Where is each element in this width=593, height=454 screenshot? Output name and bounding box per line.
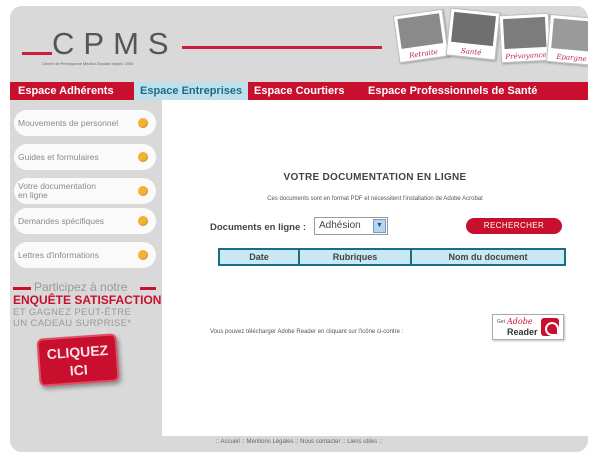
document-category-select[interactable]: Adhésion ▼: [314, 217, 388, 235]
promo-bar-right: [140, 287, 156, 290]
footer-link-liens-utiles[interactable]: Liens utiles: [347, 439, 377, 445]
photo-caption: Retraite: [408, 47, 439, 60]
sidebar-item-mouvements-personnel[interactable]: Mouvements de personnel: [14, 110, 156, 136]
logo-line-left: [22, 52, 52, 55]
reader-badge-get: Get: [497, 319, 506, 325]
bullet-icon: [138, 186, 148, 196]
documents-online-label: Documents en ligne :: [210, 222, 307, 233]
chevron-down-icon[interactable]: ▼: [373, 219, 386, 233]
column-header-rubriques[interactable]: Rubriques: [298, 248, 412, 266]
photo-image: [397, 13, 444, 49]
adobe-reader-text: Vous pouvez télécharger Adobe Reader en …: [210, 329, 404, 335]
cliquez-ici-button[interactable]: CLIQUEZ ICI: [36, 333, 120, 387]
sidebar-item-label: Votre documentation en ligne: [18, 181, 96, 200]
get-adobe-reader-button[interactable]: Get Adobe Reader: [492, 314, 564, 340]
acrobat-icon: [541, 318, 559, 336]
reader-badge-adobe: Adobe: [507, 317, 533, 326]
tab-espace-entreprises[interactable]: Espace Entreprises: [134, 82, 249, 100]
photo-prevoyance: Prévoyance: [498, 12, 552, 64]
footer-links: :: Accueil :: Mentions Légales :: Nous c…: [215, 439, 383, 445]
photo-caption: Prévoyance: [505, 50, 547, 62]
photo-image: [451, 11, 496, 47]
header-photos: Retraite Santé Prévoyance Epargne: [388, 6, 588, 82]
footer-link-mentions-legales[interactable]: Mentions Légales: [246, 439, 293, 445]
sidebar-item-label: Guides et formulaires: [18, 151, 99, 162]
cpms-logo[interactable]: CPMS Centre de Prévoyance Médico-Sociale…: [22, 26, 192, 66]
header-red-line: [182, 46, 382, 49]
footer-link-accueil[interactable]: Accueil: [220, 439, 239, 445]
promo-bar-left: [13, 287, 31, 290]
bullet-icon: [138, 250, 148, 260]
promo-line-3: ET GAGNEZ PEUT-ÊTRE: [13, 307, 132, 318]
logo-text: CPMS: [52, 26, 178, 61]
documents-table: Date Rubriques Nom du document: [218, 248, 566, 266]
site-footer: :: Accueil :: Mentions Légales :: Nous c…: [10, 436, 588, 452]
column-header-date[interactable]: Date: [218, 248, 300, 266]
bullet-icon: [138, 118, 148, 128]
footer-link-nous-contacter[interactable]: Nous contacter: [300, 439, 340, 445]
promo-line-4: UN CADEAU SURPRISE*: [13, 318, 132, 329]
sidebar-item-demandes-specifiques[interactable]: Demandes spécifiques: [14, 208, 156, 234]
reader-badge-reader: Reader: [507, 327, 538, 337]
sidebar-item-documentation-en-ligne[interactable]: Votre documentation en ligne: [14, 178, 156, 204]
sidebar-item-label: Lettres d'informations: [18, 249, 99, 260]
pdf-note: Ces documents sont en format PDF et néce…: [267, 196, 483, 202]
photo-epargne: Epargne: [546, 13, 588, 67]
promo-line-1: Participez à notre: [34, 280, 128, 294]
sidebar-item-label: Demandes spécifiques: [18, 215, 104, 226]
photo-sante: Santé: [445, 7, 501, 61]
page-title: VOTRE DOCUMENTATION EN LIGNE: [283, 172, 467, 183]
table-header-row: Date Rubriques Nom du document: [218, 248, 566, 266]
photo-retraite: Retraite: [392, 8, 450, 64]
column-header-nom-document[interactable]: Nom du document: [410, 248, 566, 266]
site-header: CPMS Centre de Prévoyance Médico-Sociale…: [10, 6, 588, 82]
photo-caption: Epargne: [556, 52, 587, 64]
select-value: Adhésion: [319, 220, 361, 231]
main-nav: Espace Adhérents Espace Entreprises Espa…: [10, 82, 588, 100]
tab-espace-professionnels-sante[interactable]: Espace Professionnels de Santé: [368, 82, 537, 100]
bullet-icon: [138, 216, 148, 226]
main-content: VOTRE DOCUMENTATION EN LIGNE Ces documen…: [162, 100, 588, 436]
sidebar-item-guides-formulaires[interactable]: Guides et formulaires: [14, 144, 156, 170]
search-button[interactable]: RECHERCHER: [466, 218, 562, 234]
photo-image: [502, 16, 547, 50]
logo-subtitle: Centre de Prévoyance Médico-Sociale depu…: [42, 61, 134, 66]
promo-line-2: ENQUÊTE SATISFACTION: [13, 293, 162, 307]
bullet-icon: [138, 152, 148, 162]
tab-espace-courtiers[interactable]: Espace Courtiers: [254, 82, 344, 100]
left-sidebar: Mouvements de personnel Guides et formul…: [10, 100, 162, 436]
sidebar-item-label: Mouvements de personnel: [18, 117, 119, 128]
photo-caption: Santé: [460, 46, 482, 57]
tab-espace-adherents[interactable]: Espace Adhérents: [18, 82, 114, 100]
page-frame: CPMS Centre de Prévoyance Médico-Sociale…: [10, 6, 588, 452]
photo-image: [551, 18, 588, 52]
sidebar-item-lettres-informations[interactable]: Lettres d'informations: [14, 242, 156, 268]
